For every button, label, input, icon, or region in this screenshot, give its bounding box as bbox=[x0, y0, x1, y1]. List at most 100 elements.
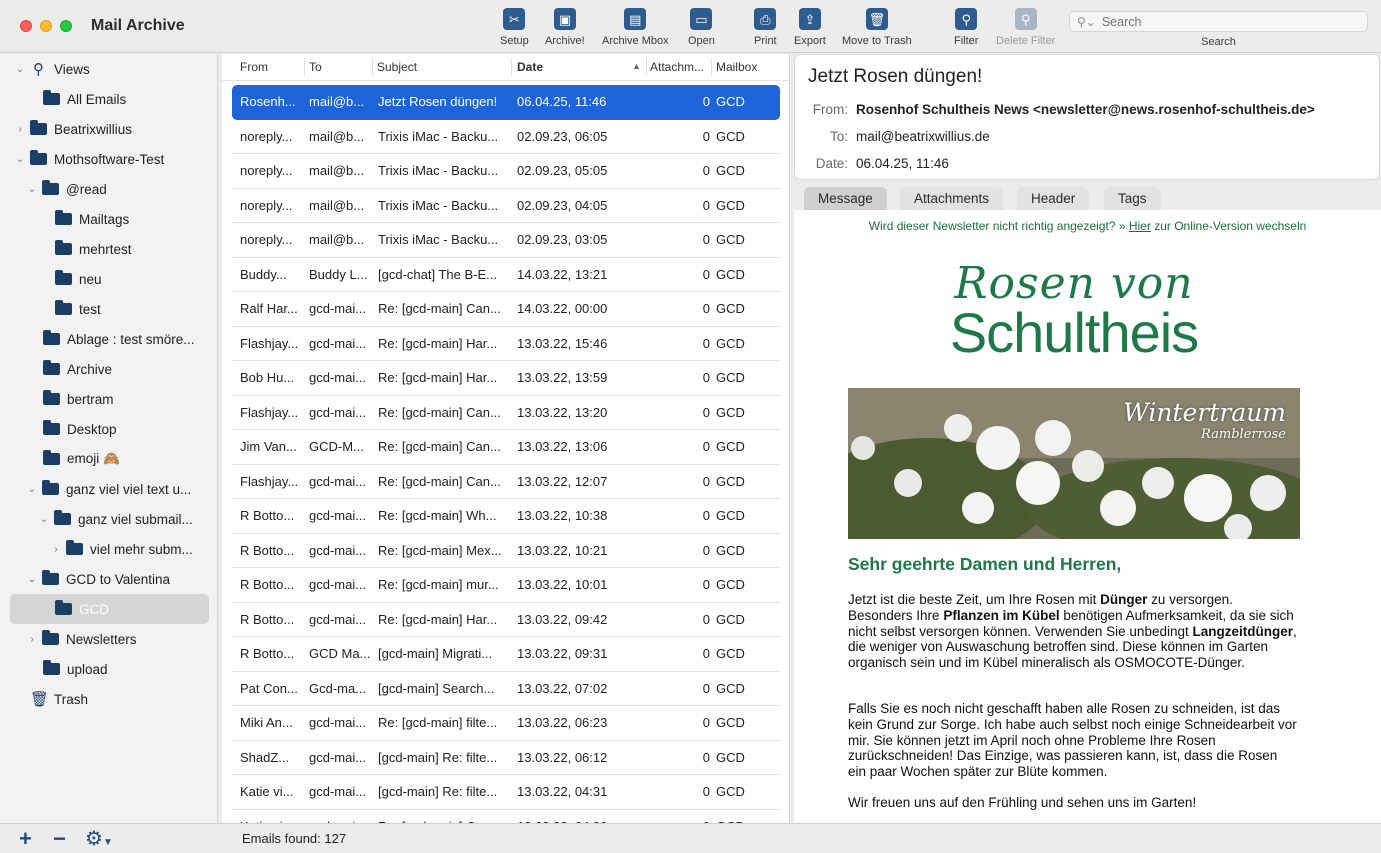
tab-header[interactable]: Header bbox=[1017, 187, 1090, 210]
chevron-down-icon[interactable]: ⌄ bbox=[15, 154, 25, 165]
sidebar-item-mothsoftware-test[interactable]: ⌄ Mothsoftware-Test bbox=[10, 144, 209, 174]
filter-button[interactable]: ⚲ Filter bbox=[954, 8, 978, 50]
sidebar-item-newsletters[interactable]: › Newsletters bbox=[10, 624, 209, 654]
message-row[interactable]: Katie vi...gcd-mai...Re: [gcd-main] Can.… bbox=[232, 810, 780, 824]
sidebar-item-ganz-viel-submail[interactable]: ⌄ ganz viel submail... bbox=[10, 504, 209, 534]
column-header-to[interactable]: To bbox=[309, 60, 322, 74]
message-row[interactable]: Ralf Har... gcd-mai... Re: [gcd-main] Can.… bbox=[232, 292, 780, 327]
archive-button[interactable]: ▣ Archive! bbox=[545, 8, 585, 50]
message-row[interactable]: Katie vi... gcd-mai... [gcd-main] Re: filt… bbox=[232, 775, 780, 810]
chevron-down-icon[interactable]: ⌄ bbox=[39, 514, 49, 525]
to-value[interactable]: mail@beatrixwillius.de bbox=[856, 129, 990, 144]
export-button[interactable]: ⇪ Export bbox=[794, 8, 826, 50]
message-row[interactable]: R Botto... GCD Ma... [gcd-main] Migrati...… bbox=[232, 637, 780, 672]
minimize-window-button[interactable] bbox=[40, 20, 52, 32]
online-version-link[interactable]: Hier bbox=[1129, 219, 1151, 233]
cell-attachments: 0 bbox=[702, 508, 710, 523]
message-row[interactable]: Flashjay... gcd-mai... Re: [gcd-main] Can.… bbox=[232, 396, 780, 430]
sidebar-item-beatrixwillius[interactable]: › Beatrixwillius bbox=[10, 114, 209, 144]
sidebar-item-emoji[interactable]: emoji 🙈 bbox=[10, 444, 209, 474]
move-to-trash-button[interactable]: 🗑 Move to Trash bbox=[842, 8, 912, 50]
column-header-date[interactable]: Date bbox=[517, 60, 543, 74]
remove-icon[interactable]: − bbox=[53, 827, 66, 851]
search-field[interactable]: ⚲⌄ bbox=[1069, 11, 1368, 32]
sidebar-item-read[interactable]: ⌄ @read bbox=[10, 174, 209, 204]
delete-filter-button[interactable]: ⚲ Delete Filter bbox=[996, 8, 1055, 50]
cell-date: 13.03.22, 13:06 bbox=[517, 439, 608, 454]
message-row[interactable]: Miki An... gcd-mai... Re: [gcd-main] filte… bbox=[232, 706, 780, 741]
column-header-mailbox[interactable]: Mailbox bbox=[716, 60, 757, 74]
gear-icon[interactable]: ⚙▼ bbox=[85, 827, 113, 853]
column-header-subject[interactable]: Subject bbox=[377, 60, 417, 74]
zoom-window-button[interactable] bbox=[60, 20, 72, 32]
from-value[interactable]: Rosenhof Schultheis News <newsletter@new… bbox=[856, 102, 1315, 117]
close-window-button[interactable] bbox=[20, 20, 32, 32]
chevron-right-icon[interactable]: › bbox=[15, 124, 25, 135]
cell-attachments: 0 bbox=[702, 715, 710, 730]
message-row[interactable]: Pat Con... Gcd-ma... [gcd-main] Search... 1… bbox=[232, 672, 780, 706]
sidebar-item-viel-mehr-subm[interactable]: › viel mehr subm... bbox=[10, 534, 209, 564]
search-input[interactable] bbox=[1101, 14, 1362, 29]
message-row[interactable]: R Botto... gcd-mai... Re: [gcd-main] Wh...… bbox=[232, 499, 780, 534]
chevron-right-icon[interactable]: › bbox=[51, 544, 61, 555]
sidebar-item-trash[interactable]: 🗑 Trash bbox=[10, 684, 209, 714]
archive-mbox-button[interactable]: ▤ Archive Mbox bbox=[602, 8, 669, 50]
cell-date: 13.03.22, 12:07 bbox=[517, 473, 608, 489]
message-row[interactable]: R Botto... gcd-mai... Re: [gcd-main] Mex..… bbox=[232, 534, 780, 568]
message-row[interactable]: Buddy... Buddy L... [gcd-chat] The B-E... 1… bbox=[232, 258, 780, 292]
sidebar-item-gcd-to-valentina[interactable]: ⌄ GCD to Valentina bbox=[10, 564, 209, 594]
cell-attachments: 0 bbox=[702, 611, 710, 627]
sidebar-item-upload[interactable]: upload bbox=[10, 654, 209, 684]
sidebar-item-desktop[interactable]: Desktop bbox=[10, 414, 209, 444]
message-row[interactable]: noreply... mail@b... Trixis iMac - Backu..… bbox=[232, 223, 780, 258]
message-row[interactable]: noreply... mail@b... Trixis iMac - Backu..… bbox=[232, 154, 780, 189]
sidebar-item-test[interactable]: test bbox=[10, 294, 209, 324]
chevron-down-icon[interactable]: ⌄ bbox=[15, 64, 25, 75]
cell-from: Flashjay... bbox=[240, 404, 299, 420]
sidebar-item-ganz-viel-text[interactable]: ⌄ ganz viel viel text u... bbox=[10, 474, 209, 504]
sidebar-item-neu[interactable]: neu bbox=[10, 264, 209, 294]
sidebar-item-mailtags[interactable]: Mailtags bbox=[10, 204, 209, 234]
sidebar-item-gcd[interactable]: GCD bbox=[10, 594, 209, 624]
sidebar-item-archive[interactable]: Archive bbox=[10, 354, 209, 384]
message-row[interactable]: Flashjay... gcd-mai... Re: [gcd-main] Can.… bbox=[232, 465, 780, 499]
cell-subject: [gcd-main] Re: filte... bbox=[378, 749, 498, 765]
column-header-attachments[interactable]: Attachm... bbox=[650, 60, 704, 74]
message-row[interactable]: Flashjay... gcd-mai... Re: [gcd-main] Har.… bbox=[232, 327, 780, 361]
sidebar-item-bertram[interactable]: bertram bbox=[10, 384, 209, 414]
sidebar-item-views[interactable]: ⌄ ⚲ Views bbox=[10, 54, 209, 84]
chevron-down-icon[interactable]: ⌄ bbox=[27, 574, 37, 585]
message-row[interactable]: ShadZ... gcd-mai... [gcd-main] Re: filte..… bbox=[232, 741, 780, 775]
message-list: From To Subject Date ▲ Attachm... Mailbo… bbox=[222, 54, 790, 823]
setup-button[interactable]: ✂ Setup bbox=[500, 8, 529, 50]
cell-mailbox: GCD bbox=[716, 749, 745, 765]
tab-tags[interactable]: Tags bbox=[1104, 187, 1161, 210]
cell-to: gcd-mai... bbox=[309, 784, 367, 799]
cell-subject: [gcd-main] Search... bbox=[378, 680, 495, 696]
cell-to: mail@b... bbox=[309, 232, 365, 247]
sidebar-item-ablage[interactable]: Ablage : test smöre... bbox=[10, 324, 209, 354]
tab-message[interactable]: Message bbox=[804, 187, 887, 210]
message-row[interactable]: R Botto... gcd-mai... Re: [gcd-main] Har..… bbox=[232, 603, 780, 637]
message-row[interactable]: noreply... mail@b... Trixis iMac - Backu..… bbox=[232, 189, 780, 223]
sidebar-item-all-emails[interactable]: All Emails bbox=[10, 84, 209, 114]
export-icon: ⇪ bbox=[798, 8, 821, 30]
tab-attachments[interactable]: Attachments bbox=[900, 187, 1004, 210]
print-button[interactable]: ⎙ Print bbox=[754, 8, 777, 50]
chevron-right-icon[interactable]: › bbox=[27, 634, 37, 645]
add-icon[interactable]: + bbox=[19, 827, 32, 851]
column-header-from[interactable]: From bbox=[240, 60, 268, 74]
cell-attachments: 0 bbox=[702, 439, 710, 454]
folder-icon bbox=[43, 420, 60, 435]
message-row[interactable]: noreply... mail@b... Trixis iMac - Backu..… bbox=[232, 120, 780, 154]
message-row[interactable]: Bob Hu... gcd-mai... Re: [gcd-main] Har...… bbox=[232, 361, 780, 396]
message-row[interactable]: Rosenh... mail@b... Jetzt Rosen düngen! 06.… bbox=[232, 85, 780, 120]
chevron-down-icon[interactable]: ⌄ bbox=[27, 484, 37, 495]
sidebar-item-mehrtest[interactable]: mehrtest bbox=[10, 234, 209, 264]
message-row[interactable]: Jim Van... GCD-M... Re: [gcd-main] Can... 1… bbox=[232, 430, 780, 465]
message-row[interactable]: R Botto... gcd-mai... Re: [gcd-main] mur..… bbox=[232, 568, 780, 603]
open-button[interactable]: ▭ Open bbox=[688, 8, 715, 50]
cell-from: R Botto... bbox=[240, 611, 295, 627]
cell-mailbox: GCD bbox=[716, 266, 745, 282]
chevron-down-icon[interactable]: ⌄ bbox=[27, 184, 37, 195]
